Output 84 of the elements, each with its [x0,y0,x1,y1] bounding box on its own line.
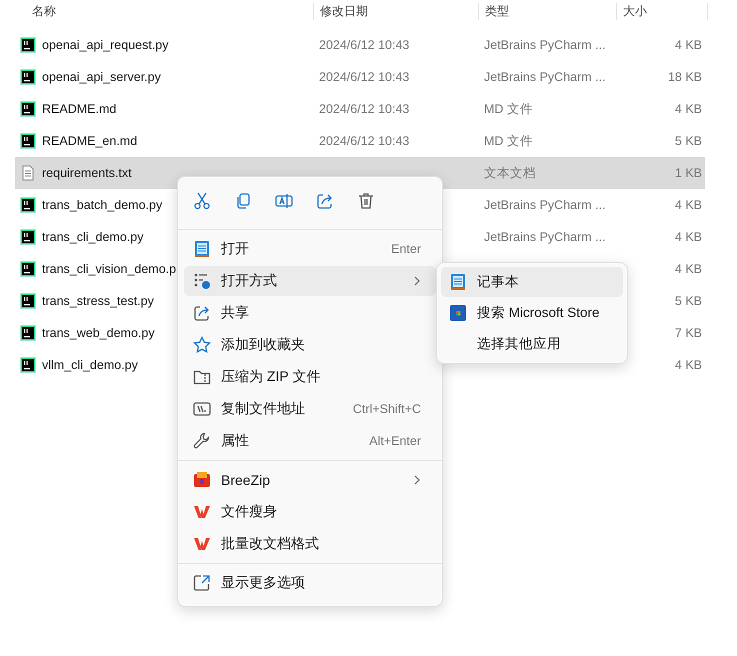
share-icon [193,304,211,322]
file-size: 4 KB [674,262,702,276]
chevron-right-icon [413,275,421,287]
file-size: 7 KB [674,326,702,340]
file-name: README_en.md [42,134,138,148]
notepad-icon [449,273,467,291]
pycharm-file-icon [20,133,36,149]
menu-item[interactable]: 属性 Alt+Enter [184,426,436,456]
pycharm-file-icon [20,229,36,245]
w-logo-icon [193,535,211,553]
pycharm-file-icon [20,357,36,373]
menu-item[interactable]: BreeZip [184,465,436,495]
file-type: 文本文档 [484,166,536,180]
file-type: JetBrains PyCharm ... [484,38,606,52]
column-header[interactable]: 名称 [15,2,313,20]
zip-folder-icon [193,368,211,386]
file-size: 5 KB [674,294,702,308]
file-size: 4 KB [674,230,702,244]
menu-item[interactable]: 添加到收藏夹 [184,330,436,360]
apps-icon [193,272,211,290]
file-type: JetBrains PyCharm ... [484,70,606,84]
menu-item[interactable]: 记事本 [441,267,623,297]
file-name: openai_api_server.py [42,70,161,84]
shortcut-label: Enter [391,242,421,256]
file-name: trans_cli_demo.py [42,230,144,244]
file-name: requirements.txt [42,166,132,180]
menu-item[interactable]: 选择其他应用 [441,329,623,359]
more-options-icon [193,574,211,592]
pycharm-file-icon [20,37,36,53]
file-type: MD 文件 [484,134,533,148]
shortcut-label: Alt+Enter [369,434,421,448]
column-header[interactable]: 类型 [478,2,616,20]
menu-item[interactable]: 打开 Enter [184,234,436,264]
notepad-icon [193,240,211,258]
menu-item[interactable]: 显示更多选项 [184,568,436,598]
share-icon[interactable] [316,192,334,210]
menu-item[interactable]: 共享 [184,298,436,328]
modified-date: 2024/6/12 10:43 [319,102,410,116]
star-icon [193,336,211,354]
file-type: JetBrains PyCharm ... [484,198,606,212]
file-name: trans_cli_vision_demo.p [42,262,176,276]
pycharm-file-icon [20,197,36,213]
file-size: 18 KB [668,70,702,84]
store-icon [449,304,467,322]
delete-icon[interactable] [357,192,375,210]
menu-item[interactable]: 打开方式 [184,266,436,296]
file-size: 4 KB [674,38,702,52]
modified-date: 2024/6/12 10:43 [319,70,410,84]
pycharm-file-icon [20,325,36,341]
column-header[interactable]: 修改日期 [313,2,478,20]
file-size: 1 KB [674,166,702,180]
menu-item[interactable]: 压缩为 ZIP 文件 [184,362,436,392]
archive-app-icon [193,471,211,489]
rename-icon[interactable] [275,192,293,210]
file-name: trans_batch_demo.py [42,198,162,212]
menu-item[interactable]: 复制文件地址 Ctrl+Shift+C [184,394,436,424]
menu-item[interactable]: 文件瘦身 [184,497,436,527]
file-type: JetBrains PyCharm ... [484,230,606,244]
text-file-icon [20,165,36,181]
pycharm-file-icon [20,293,36,309]
path-icon [193,400,211,418]
cut-icon[interactable] [193,192,211,210]
file-name: openai_api_request.py [42,38,168,52]
file-name: trans_web_demo.py [42,326,155,340]
file-name: vllm_cli_demo.py [42,358,138,372]
pycharm-file-icon [20,69,36,85]
file-size: 4 KB [674,102,702,116]
menu-item[interactable]: 搜索 Microsoft Store [441,298,623,328]
file-type: MD 文件 [484,102,533,116]
modified-date: 2024/6/12 10:43 [319,38,410,52]
file-name: trans_stress_test.py [42,294,154,308]
column-header[interactable]: 大小 [616,2,708,20]
file-name: README.md [42,102,116,116]
file-size: 4 KB [674,358,702,372]
menu-item[interactable]: 批量改文档格式 [184,529,436,559]
wrench-icon [193,432,211,450]
file-size: 5 KB [674,134,702,148]
shortcut-label: Ctrl+Shift+C [352,402,421,416]
pycharm-file-icon [20,101,36,117]
modified-date: 2024/6/12 10:43 [319,134,410,148]
pycharm-file-icon [20,261,36,277]
file-size: 4 KB [674,198,702,212]
chevron-right-icon [413,474,421,486]
w-logo-icon [193,503,211,521]
